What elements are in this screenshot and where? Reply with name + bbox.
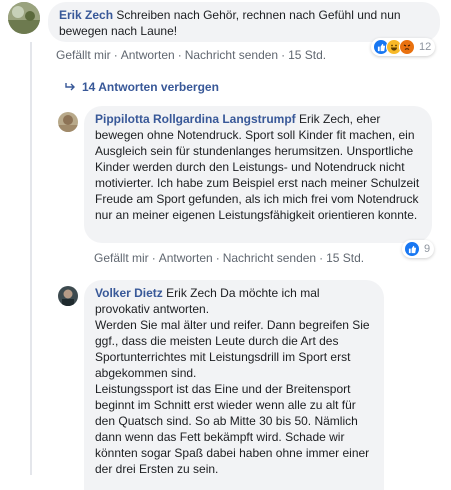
reply-actions: Gefällt mir · Antworten · Nachricht senden · 1… [94, 251, 365, 265]
reply-button[interactable]: Antworten [121, 48, 175, 62]
avatar[interactable] [58, 286, 78, 306]
like-button[interactable]: Gefällt mir [56, 48, 111, 62]
like-icon [404, 241, 420, 257]
like-button[interactable]: Gefällt mir [94, 251, 149, 265]
reply-author[interactable]: Volker Dietz [95, 286, 163, 300]
reply-text: Werden Sie mal älter und reifer. Dann be… [95, 318, 370, 380]
reply-bubble: Pippilotta Rollgardina Langstrumpf Erik … [84, 106, 432, 243]
hide-replies-button[interactable]: 14 Antworten verbergen [64, 80, 219, 94]
reply-text: Erik Zech, eher bewegen ohne Notendruck.… [95, 112, 420, 222]
thread-line [30, 42, 32, 475]
send-message-button[interactable]: Nachricht senden [223, 251, 316, 265]
send-message-button[interactable]: Nachricht senden [185, 48, 278, 62]
timestamp[interactable]: 15 Std. [326, 251, 364, 265]
avatar[interactable] [58, 112, 78, 132]
comment-bubble: Erik Zech Schreiben nach Gehör, rechnen … [48, 2, 440, 42]
angry-icon [399, 39, 415, 55]
reply-text: Leistungssport ist das Eine und der Brei… [95, 382, 370, 476]
avatar[interactable] [8, 2, 40, 34]
reply-bubble: Volker Dietz Erik Zech Da möchte ich mal… [84, 280, 384, 490]
reaction-count: 9 [424, 243, 431, 255]
reply-arrow-icon [64, 82, 76, 92]
comment-reactions[interactable]: 12 [371, 38, 436, 56]
reaction-count: 12 [419, 41, 432, 53]
hide-replies-label: 14 Antworten verbergen [82, 80, 219, 94]
timestamp[interactable]: 15 Std. [288, 48, 326, 62]
reply-button[interactable]: Antworten [159, 251, 213, 265]
comment-actions: Gefällt mir · Antworten · Nachricht senden · 1… [56, 48, 327, 62]
reply-reactions[interactable]: 9 [402, 240, 435, 258]
reply-author[interactable]: Pippilotta Rollgardina Langstrumpf [95, 112, 296, 126]
comment-author[interactable]: Erik Zech [59, 8, 113, 22]
